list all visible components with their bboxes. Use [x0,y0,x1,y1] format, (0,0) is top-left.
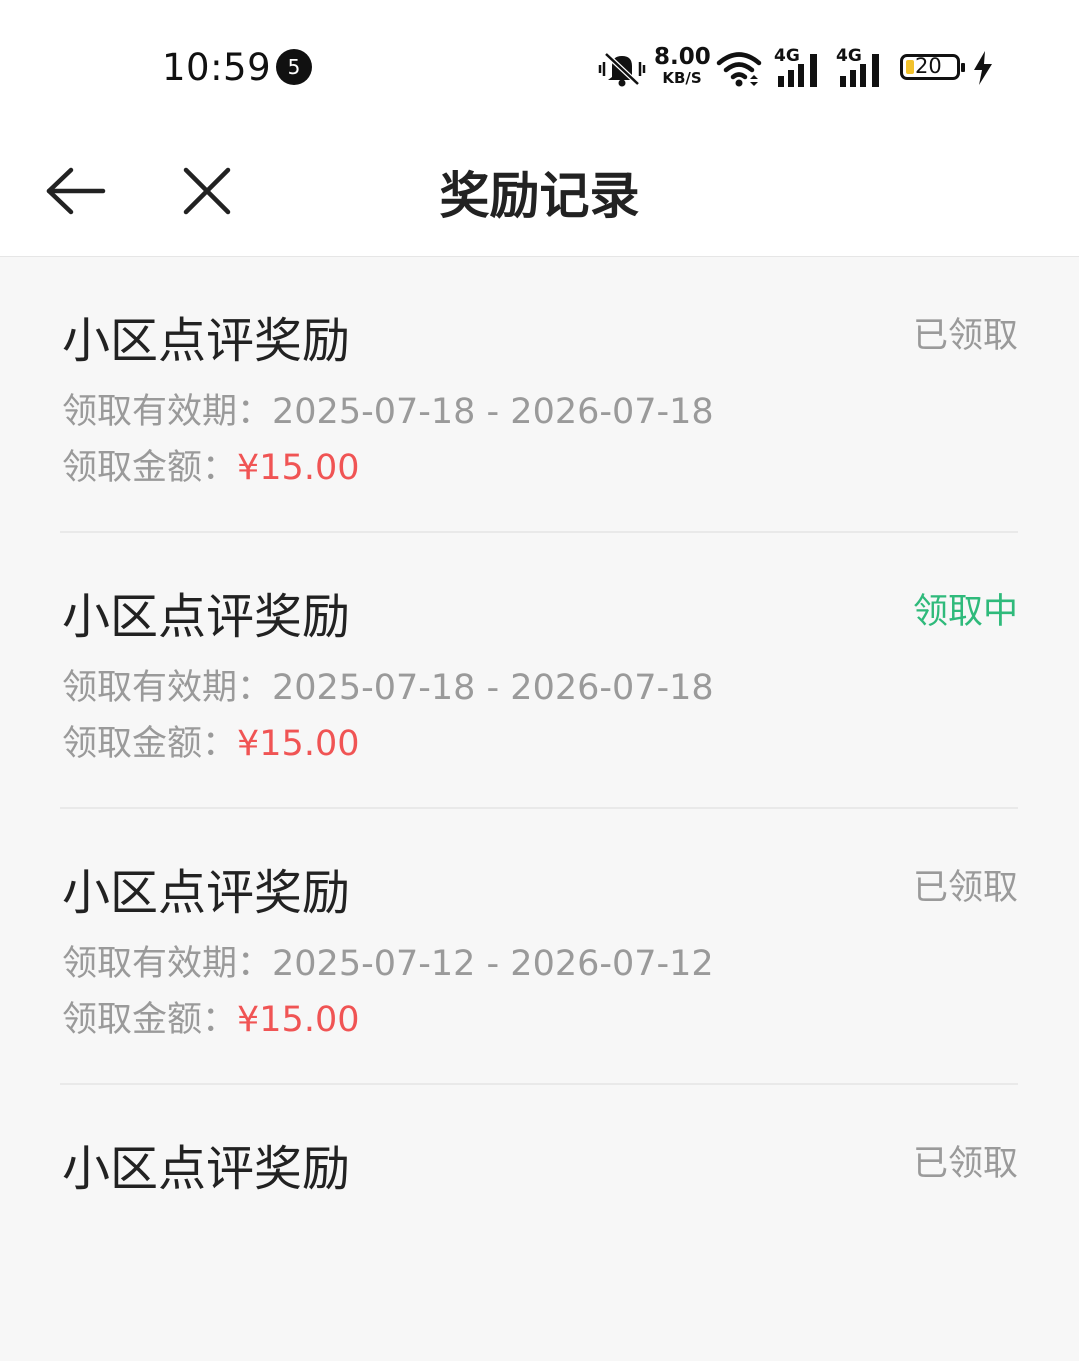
record-item[interactable]: 小区点评奖励 已领取 领取有效期：2025-07-18 - 2026-07-18… [60,257,1018,533]
record-item[interactable]: 小区点评奖励 领取中 领取有效期：2025-07-18 - 2026-07-18… [60,533,1018,809]
record-item[interactable]: 小区点评奖励 已领取 领取有效期：2025-07-12 - 2026-07-12… [60,809,1018,1085]
notification-badge: 5 [276,49,312,85]
network-type-label: 4G [774,46,800,66]
amount-value: ¥15.00 [237,724,360,764]
amount-value: ¥15.00 [237,448,360,488]
record-item[interactable]: 小区点评奖励 已领取 [60,1085,1018,1361]
record-amount: 领取金额：¥15.00 [62,715,359,766]
status-bar: 10:59 5 8.00 KB/S 4G 4G 20 [0,0,1079,128]
wifi-icon [716,48,762,92]
record-title: 小区点评奖励 [62,589,351,645]
network-type-label: 4G [836,46,862,66]
validity-value: 2025-07-12 - 2026-07-12 [272,944,714,984]
validity-value: 2025-07-18 - 2026-07-18 [272,668,714,708]
charging-icon [972,50,994,90]
validity-label: 领取有效期： [62,668,273,708]
status-time: 10:59 [162,46,272,89]
record-validity: 领取有效期：2025-07-18 - 2026-07-18 [62,659,714,710]
record-validity: 领取有效期：2025-07-12 - 2026-07-12 [62,935,714,986]
amount-label: 领取金额： [62,724,238,764]
amount-value: ¥15.00 [237,1000,360,1040]
network-speed-unit: KB/S [662,69,702,87]
battery-level: 20 [915,54,942,78]
record-validity: 领取有效期：2025-07-18 - 2026-07-18 [62,383,714,434]
record-status: 已领取 [912,316,1018,356]
record-title: 小区点评奖励 [62,1141,351,1197]
record-title: 小区点评奖励 [62,313,351,369]
nav-bar: 奖励记录 [0,128,1079,257]
page-title: 奖励记录 [439,167,640,225]
record-amount: 领取金额：¥15.00 [62,439,359,490]
amount-label: 领取金额： [62,448,238,488]
network-speed-value: 8.00 [654,44,711,70]
record-status: 领取中 [912,592,1018,632]
network-speed: 8.00 KB/S [654,44,711,87]
amount-label: 领取金额： [62,1000,238,1040]
validity-label: 领取有效期： [62,944,273,984]
record-title: 小区点评奖励 [62,865,351,921]
record-status: 已领取 [912,868,1018,908]
mute-icon [598,50,646,92]
record-amount: 领取金额：¥15.00 [62,991,359,1042]
validity-value: 2025-07-18 - 2026-07-18 [272,392,714,432]
battery-icon: 20 [900,54,965,80]
record-status: 已领取 [912,1144,1018,1184]
reward-record-list: 小区点评奖励 已领取 领取有效期：2025-07-18 - 2026-07-18… [0,257,1062,1197]
validity-label: 领取有效期： [62,392,273,432]
